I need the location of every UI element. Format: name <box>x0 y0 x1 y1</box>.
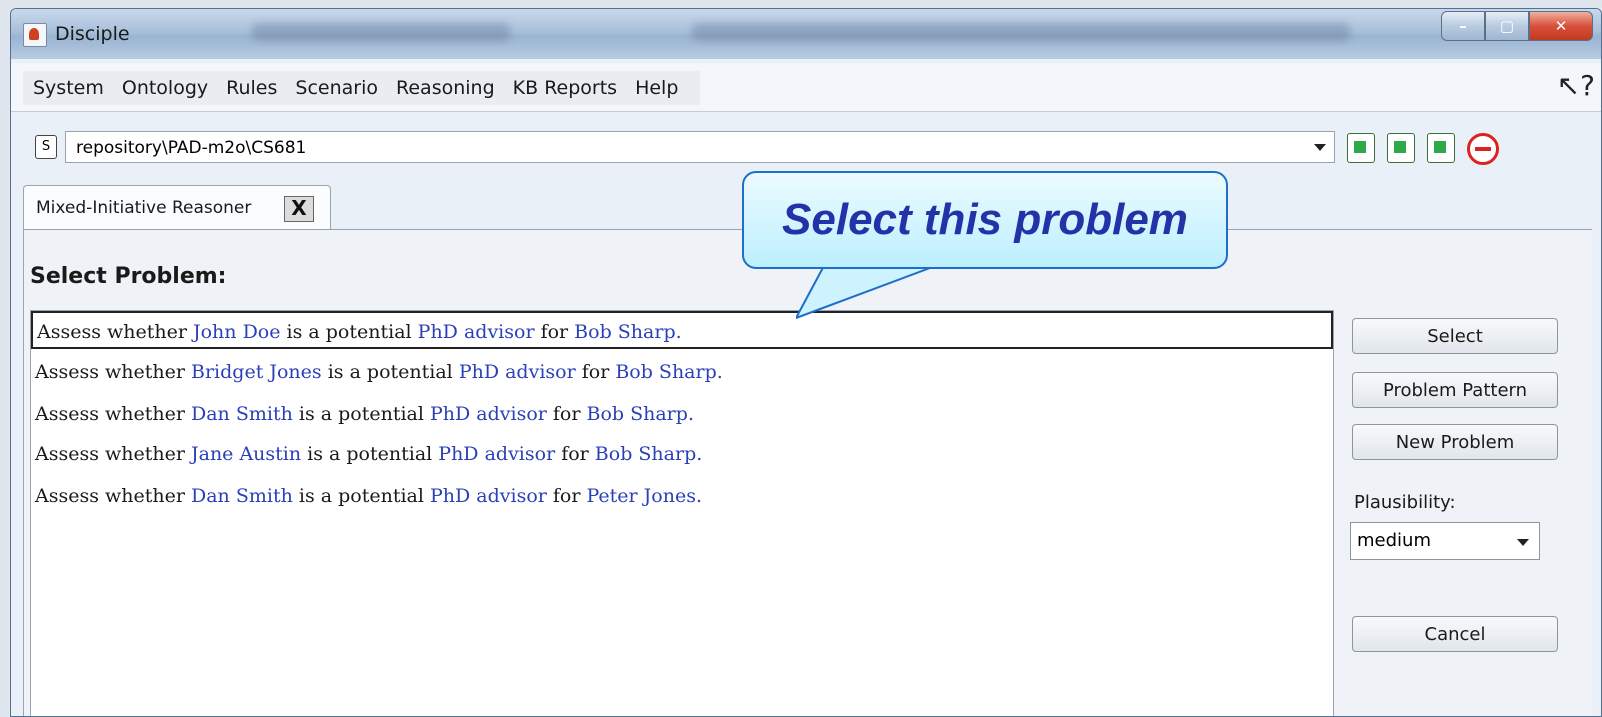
chevron-down-icon[interactable] <box>1517 539 1529 546</box>
tab-label: Mixed-Initiative Reasoner <box>36 198 252 218</box>
menu-help[interactable]: Help <box>635 77 678 99</box>
select-button[interactable]: Select <box>1352 318 1558 354</box>
plausibility-value: medium <box>1357 530 1431 551</box>
add-knowledge-base-icon[interactable] <box>1387 133 1415 163</box>
menu-bar: System Ontology Rules Scenario Reasoning… <box>11 63 1601 112</box>
save-knowledge-base-icon[interactable] <box>1427 133 1455 163</box>
title-bar: Disciple – ▢ ✕ <box>11 9 1601 59</box>
maximize-button[interactable]: ▢ <box>1485 11 1529 41</box>
app-window: Disciple – ▢ ✕ System Ontology Rules Sce… <box>10 8 1602 717</box>
remove-icon[interactable] <box>1467 133 1499 165</box>
callout-text: Select this problem <box>782 195 1188 244</box>
close-window-button[interactable]: ✕ <box>1529 11 1593 41</box>
menu-ontology[interactable]: Ontology <box>122 77 208 99</box>
menu-kb-reports[interactable]: KB Reports <box>513 77 617 99</box>
repository-path: repository\PAD-m2o\CS681 <box>76 138 307 158</box>
menu-system[interactable]: System <box>33 77 104 99</box>
menu-scenario[interactable]: Scenario <box>295 77 378 99</box>
problem-list: Assess whether John Doe is a potential P… <box>30 310 1334 716</box>
menu-rules[interactable]: Rules <box>226 77 277 99</box>
tab-mixed-initiative-reasoner[interactable]: Mixed-Initiative Reasoner X <box>23 185 331 230</box>
annotation-callout: Select this problem <box>742 171 1228 269</box>
plausibility-label: Plausibility: <box>1354 492 1456 513</box>
close-tab-icon[interactable]: X <box>284 196 314 222</box>
problem-pattern-button[interactable]: Problem Pattern <box>1352 372 1558 408</box>
java-app-icon <box>23 23 47 47</box>
cancel-button[interactable]: Cancel <box>1352 616 1558 652</box>
list-item[interactable]: Assess whether Jane Austin is a potentia… <box>31 435 1333 473</box>
panel-heading: Select Problem: <box>30 264 227 289</box>
plausibility-select[interactable]: medium <box>1350 522 1540 560</box>
list-item[interactable]: Assess whether Dan Smith is a potential … <box>31 395 1333 433</box>
repository-select[interactable]: repository\PAD-m2o\CS681 <box>65 131 1335 163</box>
new-problem-button[interactable]: New Problem <box>1352 424 1558 460</box>
repository-bar: S repository\PAD-m2o\CS681 <box>11 127 1601 171</box>
context-help-icon[interactable]: ↖? <box>1557 69 1595 102</box>
callout-tail <box>796 262 947 320</box>
new-document-icon[interactable] <box>1347 133 1375 163</box>
list-item[interactable]: Assess whether Dan Smith is a potential … <box>31 477 1333 515</box>
chevron-down-icon[interactable] <box>1314 144 1326 151</box>
window-title: Disciple <box>55 23 130 45</box>
list-item[interactable]: Assess whether John Doe is a potential P… <box>31 311 1333 349</box>
list-item[interactable]: Assess whether Bridget Jones is a potent… <box>31 353 1333 391</box>
scenario-icon: S <box>35 135 57 159</box>
minimize-button[interactable]: – <box>1441 11 1485 41</box>
menu-reasoning[interactable]: Reasoning <box>396 77 495 99</box>
